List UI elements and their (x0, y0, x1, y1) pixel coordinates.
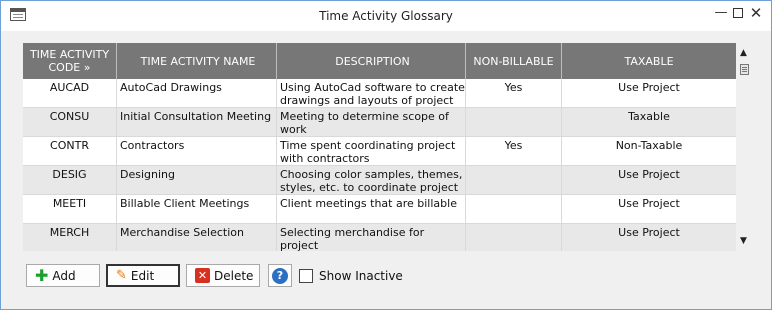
delete-icon: ✕ (195, 268, 210, 283)
time-activity-glossary-window: Time Activity Glossary — ✕ TIME ACTIVITY… (0, 0, 772, 310)
cell-code: MERCH (23, 224, 117, 251)
cell-description: Using AutoCad software to create drawing… (277, 79, 466, 107)
scroll-down-icon[interactable]: ▼ (740, 236, 747, 246)
cell-taxable: Use Project (618, 81, 680, 94)
column-header-code[interactable]: TIME ACTIVITY CODE » (23, 43, 117, 79)
cell-taxable: Non-Taxable (615, 139, 683, 152)
cell-code: CONTR (23, 137, 117, 165)
edit-button[interactable]: ✎ Edit (106, 264, 180, 287)
add-button[interactable]: ✚ Add (26, 264, 100, 287)
cell-code: CONSU (23, 108, 117, 136)
pencil-icon: ✎ (116, 267, 127, 283)
table-row[interactable]: CONSU Initial Consultation Meeting Meeti… (23, 108, 736, 137)
cell-name: Contractors (117, 137, 277, 165)
title-bar: Time Activity Glossary — ✕ (1, 1, 771, 31)
cell-description: Time spent coordinating project with con… (277, 137, 466, 165)
delete-button-label: Delete (214, 268, 254, 283)
scroll-thumb[interactable] (740, 64, 749, 75)
cell-name: Billable Client Meetings (117, 195, 277, 223)
vertical-scrollbar[interactable]: ▲ ▼ (737, 43, 751, 251)
cell-non-billable (466, 195, 562, 223)
table-row[interactable]: MERCH Merchandise Selection Selecting me… (23, 224, 736, 251)
cell-code: MEETI (23, 195, 117, 223)
grid-header: TIME ACTIVITY CODE » TIME ACTIVITY NAME … (23, 43, 736, 79)
table-row[interactable]: CONTR Contractors Time spent coordinatin… (23, 137, 736, 166)
cell-name: AutoCad Drawings (117, 79, 277, 107)
show-inactive-checkbox[interactable] (299, 269, 313, 283)
time-activity-grid: TIME ACTIVITY CODE » TIME ACTIVITY NAME … (23, 43, 736, 251)
show-inactive-toggle[interactable]: Show Inactive (299, 268, 403, 284)
cell-description: Meeting to determine scope of work (277, 108, 466, 136)
cell-taxable: Use Project (618, 226, 680, 239)
column-header-taxable[interactable]: TAXABLE (562, 43, 736, 79)
column-header-non-billable[interactable]: NON-BILLABLE (466, 43, 562, 79)
cell-non-billable (466, 224, 562, 251)
cell-description: Choosing color samples, themes, styles, … (277, 166, 466, 194)
cell-code: AUCAD (23, 79, 117, 107)
help-button[interactable]: ? (268, 264, 292, 287)
scroll-up-icon[interactable]: ▲ (740, 48, 747, 58)
cell-non-billable: Yes (466, 79, 562, 107)
cell-taxable: Use Project (618, 168, 680, 181)
cell-code: DESIG (23, 166, 117, 194)
window-title: Time Activity Glossary (319, 9, 453, 23)
close-button[interactable]: ✕ (746, 4, 766, 22)
cell-name: Initial Consultation Meeting (117, 108, 277, 136)
cell-name: Merchandise Selection (117, 224, 277, 251)
add-button-label: Add (52, 268, 76, 283)
column-header-description[interactable]: DESCRIPTION (277, 43, 466, 79)
cell-taxable: Use Project (618, 197, 680, 210)
cell-description: Selecting merchandise for project (277, 224, 466, 251)
cell-non-billable (466, 108, 562, 136)
cell-name: Designing (117, 166, 277, 194)
maximize-button[interactable] (728, 4, 748, 22)
table-row[interactable]: DESIG Designing Choosing color samples, … (23, 166, 736, 195)
cell-non-billable (466, 166, 562, 194)
column-header-name[interactable]: TIME ACTIVITY NAME (117, 43, 277, 79)
cell-taxable: Taxable (628, 110, 670, 123)
show-inactive-label: Show Inactive (319, 269, 403, 283)
cell-non-billable: Yes (466, 137, 562, 165)
delete-button[interactable]: ✕ Delete (186, 264, 260, 287)
maximize-icon (733, 8, 743, 18)
plus-icon: ✚ (35, 265, 49, 285)
cell-description: Client meetings that are billable (277, 195, 466, 223)
help-icon: ? (272, 267, 288, 284)
edit-button-label: Edit (130, 268, 155, 283)
table-row[interactable]: MEETI Billable Client Meetings Client me… (23, 195, 736, 224)
table-row[interactable]: AUCAD AutoCad Drawings Using AutoCad sof… (23, 79, 736, 108)
